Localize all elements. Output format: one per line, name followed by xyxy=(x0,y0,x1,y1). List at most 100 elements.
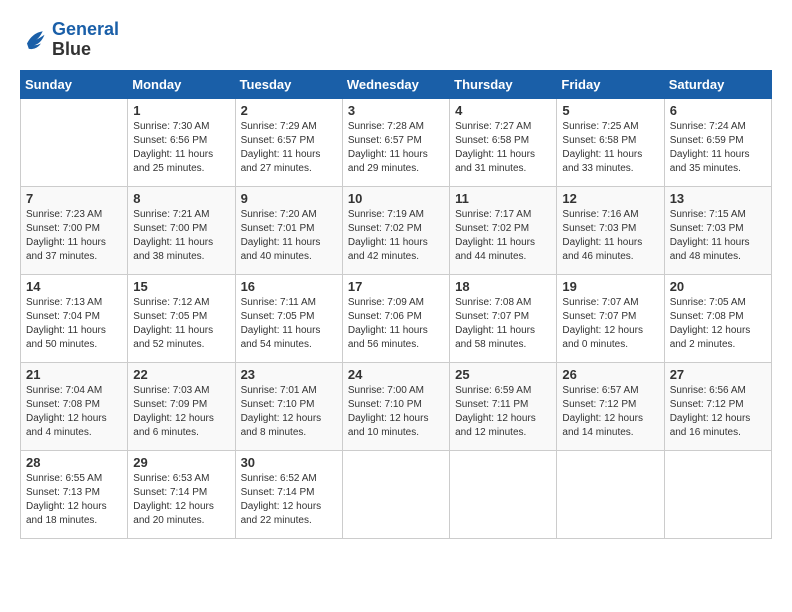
calendar-cell: 16 Sunrise: 7:11 AM Sunset: 7:05 PM Dayli… xyxy=(235,274,342,362)
calendar-cell: 7Sunrise: 7:23 AM Sunset: 7:00 PM Daylig… xyxy=(21,186,128,274)
day-info: Sunrise: 7:28 AM Sunset: 6:57 PM Dayligh… xyxy=(348,120,444,176)
day-info: Sunrise: 7:23 AM Sunset: 7:00 PM Dayligh… xyxy=(26,208,122,264)
day-number: 12 xyxy=(562,191,658,206)
weekday-header-saturday: Saturday xyxy=(664,70,771,98)
calendar-cell: 3 Sunrise: 7:28 AM Sunset: 6:57 PM Daylig… xyxy=(342,98,449,186)
calendar-cell: 9 Sunrise: 7:20 AM Sunset: 7:01 PM Daylig… xyxy=(235,186,342,274)
day-number: 18 xyxy=(455,279,551,294)
calendar-cell: 18 Sunrise: 7:08 AM Sunset: 7:07 PM Dayli… xyxy=(450,274,557,362)
day-info: Sunrise: 6:57 AM Sunset: 7:12 PM Dayligh… xyxy=(562,384,658,440)
page-header: GeneralBlue xyxy=(20,20,772,60)
day-number: 20 xyxy=(670,279,766,294)
day-number: 24 xyxy=(348,367,444,382)
day-info: Sunrise: 7:01 AM Sunset: 7:10 PM Dayligh… xyxy=(241,384,337,440)
calendar-cell: 1 Sunrise: 7:30 AM Sunset: 6:56 PM Daylig… xyxy=(128,98,235,186)
day-number: 23 xyxy=(241,367,337,382)
calendar-cell: 19 Sunrise: 7:07 AM Sunset: 7:07 PM Dayli… xyxy=(557,274,664,362)
weekday-header-tuesday: Tuesday xyxy=(235,70,342,98)
day-info: Sunrise: 7:16 AM Sunset: 7:03 PM Dayligh… xyxy=(562,208,658,264)
weekday-header-friday: Friday xyxy=(557,70,664,98)
day-info: Sunrise: 7:13 AM Sunset: 7:04 PM Dayligh… xyxy=(26,296,122,352)
calendar-week-1: 1 Sunrise: 7:30 AM Sunset: 6:56 PM Daylig… xyxy=(21,98,772,186)
day-info: Sunrise: 7:08 AM Sunset: 7:07 PM Dayligh… xyxy=(455,296,551,352)
calendar-cell: 29 Sunrise: 6:53 AM Sunset: 7:14 PM Dayli… xyxy=(128,450,235,538)
calendar-cell: 24 Sunrise: 7:00 AM Sunset: 7:10 PM Dayli… xyxy=(342,362,449,450)
calendar-cell: 17Sunrise: 7:09 AM Sunset: 7:06 PM Dayli… xyxy=(342,274,449,362)
calendar-cell xyxy=(450,450,557,538)
weekday-header-monday: Monday xyxy=(128,70,235,98)
calendar-cell: 20 Sunrise: 7:05 AM Sunset: 7:08 PM Dayli… xyxy=(664,274,771,362)
day-info: Sunrise: 7:05 AM Sunset: 7:08 PM Dayligh… xyxy=(670,296,766,352)
calendar-week-4: 21 Sunrise: 7:04 AM Sunset: 7:08 PM Dayli… xyxy=(21,362,772,450)
calendar-cell: 23 Sunrise: 7:01 AM Sunset: 7:10 PM Dayli… xyxy=(235,362,342,450)
calendar-cell: 6Sunrise: 7:24 AM Sunset: 6:59 PM Daylig… xyxy=(664,98,771,186)
day-info: Sunrise: 7:20 AM Sunset: 7:01 PM Dayligh… xyxy=(241,208,337,264)
calendar-cell: 5 Sunrise: 7:25 AM Sunset: 6:58 PM Daylig… xyxy=(557,98,664,186)
logo-icon xyxy=(20,26,48,54)
day-number: 26 xyxy=(562,367,658,382)
day-info: Sunrise: 6:55 AM Sunset: 7:13 PM Dayligh… xyxy=(26,472,122,528)
weekday-header-wednesday: Wednesday xyxy=(342,70,449,98)
day-number: 22 xyxy=(133,367,229,382)
day-number: 27 xyxy=(670,367,766,382)
day-number: 28 xyxy=(26,455,122,470)
day-number: 25 xyxy=(455,367,551,382)
day-info: Sunrise: 6:59 AM Sunset: 7:11 PM Dayligh… xyxy=(455,384,551,440)
weekday-header-row: SundayMondayTuesdayWednesdayThursdayFrid… xyxy=(21,70,772,98)
day-number: 9 xyxy=(241,191,337,206)
calendar-cell: 15 Sunrise: 7:12 AM Sunset: 7:05 PM Dayli… xyxy=(128,274,235,362)
day-info: Sunrise: 7:19 AM Sunset: 7:02 PM Dayligh… xyxy=(348,208,444,264)
calendar-cell: 27 Sunrise: 6:56 AM Sunset: 7:12 PM Dayli… xyxy=(664,362,771,450)
day-number: 1 xyxy=(133,103,229,118)
day-number: 2 xyxy=(241,103,337,118)
day-number: 21 xyxy=(26,367,122,382)
calendar-cell: 28 Sunrise: 6:55 AM Sunset: 7:13 PM Dayli… xyxy=(21,450,128,538)
day-info: Sunrise: 7:12 AM Sunset: 7:05 PM Dayligh… xyxy=(133,296,229,352)
calendar-cell: 10Sunrise: 7:19 AM Sunset: 7:02 PM Dayli… xyxy=(342,186,449,274)
day-number: 3 xyxy=(348,103,444,118)
day-info: Sunrise: 7:21 AM Sunset: 7:00 PM Dayligh… xyxy=(133,208,229,264)
calendar-cell: 4Sunrise: 7:27 AM Sunset: 6:58 PM Daylig… xyxy=(450,98,557,186)
day-number: 5 xyxy=(562,103,658,118)
logo: GeneralBlue xyxy=(20,20,119,60)
day-info: Sunrise: 7:11 AM Sunset: 7:05 PM Dayligh… xyxy=(241,296,337,352)
calendar-week-2: 7Sunrise: 7:23 AM Sunset: 7:00 PM Daylig… xyxy=(21,186,772,274)
day-info: Sunrise: 7:29 AM Sunset: 6:57 PM Dayligh… xyxy=(241,120,337,176)
day-number: 17 xyxy=(348,279,444,294)
day-info: Sunrise: 6:53 AM Sunset: 7:14 PM Dayligh… xyxy=(133,472,229,528)
day-info: Sunrise: 7:24 AM Sunset: 6:59 PM Dayligh… xyxy=(670,120,766,176)
day-number: 11 xyxy=(455,191,551,206)
day-info: Sunrise: 7:03 AM Sunset: 7:09 PM Dayligh… xyxy=(133,384,229,440)
day-number: 29 xyxy=(133,455,229,470)
day-number: 15 xyxy=(133,279,229,294)
day-info: Sunrise: 7:04 AM Sunset: 7:08 PM Dayligh… xyxy=(26,384,122,440)
calendar-cell: 26 Sunrise: 6:57 AM Sunset: 7:12 PM Dayli… xyxy=(557,362,664,450)
calendar-table: SundayMondayTuesdayWednesdayThursdayFrid… xyxy=(20,70,772,539)
calendar-week-3: 14 Sunrise: 7:13 AM Sunset: 7:04 PM Dayli… xyxy=(21,274,772,362)
day-number: 30 xyxy=(241,455,337,470)
day-info: Sunrise: 7:00 AM Sunset: 7:10 PM Dayligh… xyxy=(348,384,444,440)
day-info: Sunrise: 7:30 AM Sunset: 6:56 PM Dayligh… xyxy=(133,120,229,176)
calendar-cell xyxy=(557,450,664,538)
day-number: 19 xyxy=(562,279,658,294)
calendar-cell: 8 Sunrise: 7:21 AM Sunset: 7:00 PM Daylig… xyxy=(128,186,235,274)
day-info: Sunrise: 7:07 AM Sunset: 7:07 PM Dayligh… xyxy=(562,296,658,352)
calendar-cell: 25 Sunrise: 6:59 AM Sunset: 7:11 PM Dayli… xyxy=(450,362,557,450)
day-info: Sunrise: 7:27 AM Sunset: 6:58 PM Dayligh… xyxy=(455,120,551,176)
day-number: 14 xyxy=(26,279,122,294)
day-info: Sunrise: 6:56 AM Sunset: 7:12 PM Dayligh… xyxy=(670,384,766,440)
day-info: Sunrise: 7:25 AM Sunset: 6:58 PM Dayligh… xyxy=(562,120,658,176)
calendar-cell: 30 Sunrise: 6:52 AM Sunset: 7:14 PM Dayli… xyxy=(235,450,342,538)
day-number: 16 xyxy=(241,279,337,294)
day-info: Sunrise: 7:15 AM Sunset: 7:03 PM Dayligh… xyxy=(670,208,766,264)
day-number: 8 xyxy=(133,191,229,206)
calendar-cell: 13 Sunrise: 7:15 AM Sunset: 7:03 PM Dayli… xyxy=(664,186,771,274)
calendar-cell: 12 Sunrise: 7:16 AM Sunset: 7:03 PM Dayli… xyxy=(557,186,664,274)
calendar-cell: 21 Sunrise: 7:04 AM Sunset: 7:08 PM Dayli… xyxy=(21,362,128,450)
day-number: 13 xyxy=(670,191,766,206)
weekday-header-sunday: Sunday xyxy=(21,70,128,98)
calendar-cell xyxy=(664,450,771,538)
day-info: Sunrise: 6:52 AM Sunset: 7:14 PM Dayligh… xyxy=(241,472,337,528)
calendar-cell: 14 Sunrise: 7:13 AM Sunset: 7:04 PM Dayli… xyxy=(21,274,128,362)
calendar-cell: 22 Sunrise: 7:03 AM Sunset: 7:09 PM Dayli… xyxy=(128,362,235,450)
